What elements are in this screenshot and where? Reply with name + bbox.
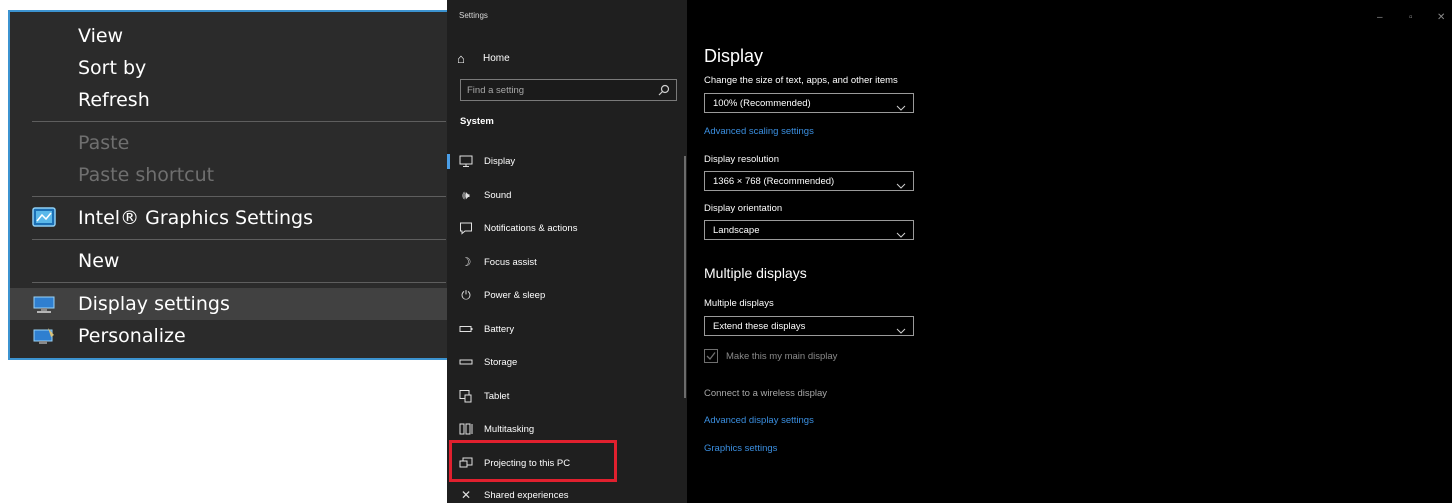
multiple-displays-heading: Multiple displays (704, 265, 807, 281)
menu-separator (32, 121, 446, 122)
search-icon[interactable] (658, 83, 670, 96)
menu-item-display-settings[interactable]: Display settings (10, 288, 452, 320)
nav-item-label: Notifications & actions (484, 222, 578, 234)
shared-experiences-icon: ✕ (460, 488, 472, 502)
nav-item-label: Tablet (484, 390, 510, 402)
settings-window: Settings ⌂ Home System Display 🕪 Sound N… (447, 0, 1452, 503)
menu-item-view[interactable]: View › (10, 20, 452, 52)
home-icon: ⌂ (457, 50, 465, 66)
orientation-label: Display orientation (704, 203, 783, 214)
nav-item-label: Multitasking (484, 423, 535, 435)
nav-item-battery[interactable]: Battery (447, 314, 687, 344)
menu-item-sort-by-label: Sort by (78, 57, 147, 79)
nav-item-display[interactable]: Display (447, 146, 687, 176)
resolution-label: Display resolution (704, 154, 779, 165)
chevron-down-icon (896, 322, 906, 334)
page-title: Display (704, 46, 764, 66)
nav-item-shared-experiences[interactable]: ✕ Shared experiences (447, 480, 687, 503)
menu-item-refresh-label: Refresh (78, 89, 150, 111)
storage-icon (459, 355, 473, 369)
scale-dropdown[interactable]: 100% (Recommended) (704, 93, 914, 113)
multitasking-icon (459, 422, 473, 436)
nav-item-notifications[interactable]: Notifications & actions (447, 213, 687, 243)
multiple-displays-label: Multiple displays (704, 298, 774, 309)
menu-item-paste: Paste (10, 127, 452, 159)
search-input[interactable] (467, 83, 647, 97)
menu-item-personalize-label: Personalize (78, 325, 186, 347)
menu-item-refresh[interactable]: Refresh (10, 84, 452, 116)
resolution-dropdown[interactable]: 1366 × 768 (Recommended) (704, 171, 914, 191)
menu-item-new[interactable]: New › (10, 245, 452, 277)
menu-item-personalize[interactable]: Personalize (10, 320, 452, 352)
intel-graphics-icon (32, 207, 56, 229)
menu-separator (32, 196, 446, 197)
multiple-displays-dropdown[interactable]: Extend these displays (704, 316, 914, 336)
display-settings-panel: Display Change the size of text, apps, a… (704, 0, 1444, 503)
tablet-icon (459, 389, 473, 403)
moon-icon: ☽ (460, 255, 472, 269)
notification-icon (459, 221, 473, 235)
menu-item-paste-shortcut: Paste shortcut (10, 159, 452, 191)
nav-item-label: Focus assist (484, 256, 537, 268)
nav-item-power-sleep[interactable]: ⏻ Power & sleep (447, 280, 687, 310)
highlight-box (449, 440, 617, 482)
multiple-displays-value: Extend these displays (713, 321, 806, 332)
menu-item-display-settings-label: Display settings (78, 293, 230, 315)
nav-item-label: Battery (484, 323, 515, 335)
close-icon[interactable]: ✕ (1437, 12, 1445, 23)
menu-item-view-label: View (78, 25, 124, 47)
chevron-down-icon (896, 99, 906, 111)
menu-separator (32, 239, 446, 240)
main-display-checkbox[interactable] (704, 349, 718, 363)
personalize-icon (32, 325, 56, 347)
nav-item-label: Storage (484, 356, 518, 368)
chevron-down-icon (896, 226, 906, 238)
menu-item-intel-graphics-label: Intel® Graphics Settings (78, 207, 313, 229)
nav-item-sound[interactable]: 🕪 Sound (447, 180, 687, 210)
section-heading-system: System (460, 116, 494, 127)
nav-item-label: Sound (484, 189, 512, 201)
scale-value: 100% (Recommended) (713, 98, 811, 109)
nav-item-label: Shared experiences (484, 489, 569, 501)
orientation-dropdown[interactable]: Landscape (704, 220, 914, 240)
menu-item-new-label: New (78, 250, 120, 272)
find-setting-search[interactable] (460, 79, 677, 101)
nav-item-label: Display (484, 155, 516, 167)
sidebar-scrollbar[interactable] (684, 156, 686, 398)
menu-item-sort-by[interactable]: Sort by › (10, 52, 452, 84)
advanced-display-settings-link[interactable]: Advanced display settings (704, 415, 814, 426)
orientation-value: Landscape (713, 225, 760, 236)
wireless-display-link[interactable]: Connect to a wireless display (704, 388, 827, 399)
menu-item-intel-graphics[interactable]: Intel® Graphics Settings (10, 202, 452, 234)
maximize-icon[interactable]: ▫ (1409, 12, 1413, 23)
scale-label: Change the size of text, apps, and other… (704, 75, 898, 86)
speaker-icon: 🕪 (462, 188, 470, 202)
display-settings-icon (32, 293, 56, 315)
power-icon: ⏻ (461, 288, 471, 302)
window-title: Settings (459, 11, 488, 20)
nav-item-storage[interactable]: Storage (447, 347, 687, 377)
nav-item-tablet[interactable]: Tablet (447, 381, 687, 411)
main-display-label: Make this my main display (726, 351, 838, 362)
battery-icon (459, 322, 473, 336)
advanced-scaling-link[interactable]: Advanced scaling settings (704, 126, 814, 137)
menu-item-paste-label: Paste (78, 132, 130, 154)
menu-item-paste-shortcut-label: Paste shortcut (78, 164, 215, 186)
settings-sidebar: Settings ⌂ Home System Display 🕪 Sound N… (447, 0, 687, 503)
minimize-icon[interactable]: – (1377, 12, 1383, 23)
home-label: Home (483, 52, 510, 64)
resolution-value: 1366 × 768 (Recommended) (713, 176, 835, 187)
nav-item-label: Power & sleep (484, 289, 546, 301)
chevron-down-icon (896, 177, 906, 189)
monitor-icon (459, 154, 473, 168)
menu-separator (32, 282, 446, 283)
nav-item-focus-assist[interactable]: ☽ Focus assist (447, 247, 687, 277)
graphics-settings-link[interactable]: Graphics settings (704, 443, 777, 454)
home-button[interactable]: ⌂ Home (457, 49, 510, 67)
desktop-context-menu: View › Sort by › Refresh Paste Paste sho… (8, 10, 454, 360)
